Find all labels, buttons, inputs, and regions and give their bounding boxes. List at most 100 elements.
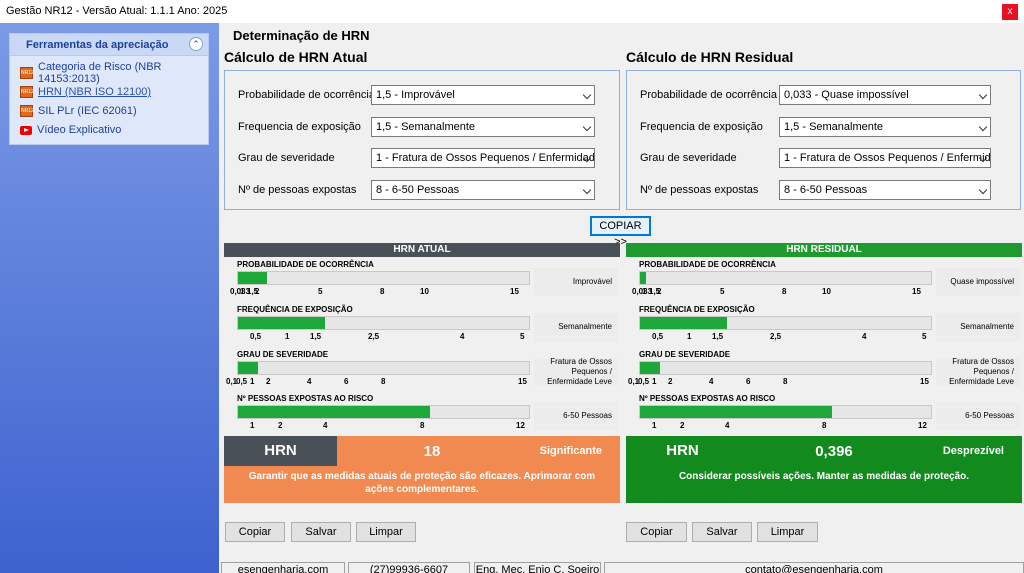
tools-panel-title: Ferramentas da apreciação — [26, 39, 169, 51]
select-probabilidade[interactable]: 1,5 - Improvável — [371, 85, 595, 105]
chevron-down-icon — [582, 90, 592, 100]
result-panel-residual: HRN RESIDUAL PROBABILIDADE DE OCORRÊNCIA 0… — [626, 243, 1022, 503]
field-label-probabilidade: Probabilidade de ocorrência — [238, 89, 375, 101]
section-title-atual: Cálculo de HRN Atual — [224, 49, 368, 65]
gauge-fill — [238, 406, 431, 418]
gauge-tick: 1,5 — [310, 332, 322, 341]
copiar-residual-button[interactable]: Copiar — [626, 522, 687, 542]
gauge-track-severidade — [639, 361, 932, 375]
hrn-bar: HRN 18 Significante — [224, 436, 620, 466]
select-value: 1,5 - Semanalmente — [376, 121, 476, 133]
sidebar-item-label: Categoria de Risco (NBR 14153:2013) — [38, 61, 162, 85]
gauge-tick: 12 — [918, 421, 927, 430]
gauge-track-pessoas — [639, 405, 932, 419]
gauge-tick: 0,5 — [250, 332, 262, 341]
gauge-tick: 4 — [725, 421, 730, 430]
gauge-tick: 1 — [687, 332, 692, 341]
gauge-fill — [238, 362, 259, 374]
sidebar-item-video[interactable]: Vídeo Explicativo — [20, 122, 121, 138]
chevron-down-icon — [978, 90, 988, 100]
gauge-tick: 4 — [307, 377, 312, 386]
chevron-down-icon — [582, 122, 592, 132]
gauge-tick: 5 — [520, 332, 525, 341]
gauge-title-frequencia: FREQUÊNCIA DE EXPOSIÇÃO — [639, 305, 755, 314]
gauge-fill — [640, 406, 833, 418]
gauge-description: 6-50 Pessoas — [534, 402, 618, 430]
field-label-probabilidade: Probabilidade de ocorrência — [640, 89, 777, 101]
select-frequencia[interactable]: 1,5 - Semanalmente — [371, 117, 595, 137]
gauge-tick: 0,5 — [638, 377, 650, 386]
gauge-tick: 6 — [344, 377, 349, 386]
result-header: HRN RESIDUAL — [626, 243, 1022, 257]
gauge-tick: 2,5 — [368, 332, 380, 341]
gauge-tick: 8 — [420, 421, 425, 430]
gauge-tick: 10 — [822, 287, 831, 296]
gauge-tick: 1 — [642, 287, 647, 296]
title-bar: Gestão NR12 - Versão Atual: 1.1.1 Ano: 2… — [0, 0, 1024, 23]
limpar-residual-button[interactable]: Limpar — [757, 522, 818, 542]
salvar-atual-button[interactable]: Salvar — [291, 522, 351, 542]
result-header: HRN ATUAL — [224, 243, 620, 257]
gauge-tick: 15 — [912, 287, 921, 296]
hrn-value: 0,396 — [815, 443, 853, 460]
sidebar-item-label: Vídeo Explicativo — [37, 124, 122, 136]
sidebar: Ferramentas da apreciação ⌃ NR12 Categor… — [0, 23, 219, 573]
sidebar-item-label: SIL PLr (IEC 62061) — [38, 105, 137, 117]
gauge-description: Semanalmente — [936, 313, 1020, 341]
gauge-title-frequencia: FREQUÊNCIA DE EXPOSIÇÃO — [237, 305, 353, 314]
select-pessoas[interactable]: 8 - 6-50 Pessoas — [779, 180, 991, 200]
select-severidade[interactable]: 1 - Fratura de Ossos Pequenos / Enfermid… — [371, 148, 595, 168]
gauge-description-text: Semanalmente — [558, 322, 612, 331]
hrn-level: Significante — [539, 445, 602, 457]
hrn-level: Desprezível — [942, 445, 1004, 457]
status-website: esengenharia.com — [221, 562, 345, 573]
limpar-atual-button[interactable]: Limpar — [356, 522, 416, 542]
field-label-frequencia: Frequencia de exposição — [640, 121, 763, 133]
gauge-track-probabilidade — [639, 271, 932, 285]
gauge-tick: 0,5 — [236, 377, 248, 386]
salvar-residual-button[interactable]: Salvar — [692, 522, 752, 542]
select-severidade[interactable]: 1 - Fratura de Ossos Pequenos / Enfermid… — [779, 148, 991, 168]
gauge-description: Fratura de Ossos Pequenos / Enfermidade … — [534, 357, 618, 386]
gauge-tick: 8 — [782, 287, 787, 296]
section-title-residual: Cálculo de HRN Residual — [626, 49, 794, 65]
sidebar-item-sil-plr[interactable]: NR12 SIL PLr (IEC 62061) — [20, 103, 137, 119]
sidebar-item-label: HRN (NBR ISO 12100) — [38, 86, 152, 98]
select-frequencia[interactable]: 1,5 - Semanalmente — [779, 117, 991, 137]
hrn-label: HRN — [224, 436, 337, 466]
gauge-tick: 10 — [420, 287, 429, 296]
gauge-description-text: 6-50 Pessoas — [563, 411, 612, 420]
copiar-atual-button[interactable]: Copiar — [225, 522, 285, 542]
gauge-tick: 0,5 — [652, 332, 664, 341]
sidebar-item-categoria-risco[interactable]: NR12 Categoria de Risco (NBR 14153:2013) — [20, 61, 208, 85]
select-value: 1 - Fratura de Ossos Pequenos / Enfermid… — [376, 152, 595, 164]
gauge-track-frequencia — [639, 316, 932, 330]
gauge-title-pessoas: Nº PESSOAS EXPOSTAS AO RISCO — [237, 394, 374, 403]
close-button[interactable]: x — [1002, 4, 1018, 20]
gauge-title-probabilidade: PROBABILIDADE DE OCORRÊNCIA — [639, 260, 776, 269]
gauge-tick: 8 — [381, 377, 386, 386]
gauge-description-text: Quase impossível — [950, 277, 1014, 286]
gauge-tick: 2 — [680, 421, 685, 430]
select-probabilidade[interactable]: 0,033 - Quase impossível — [779, 85, 991, 105]
select-value: 0,033 - Quase impossível — [784, 89, 909, 101]
select-pessoas[interactable]: 8 - 6-50 Pessoas — [371, 180, 595, 200]
gauge-description: Semanalmente — [534, 313, 618, 341]
chevron-up-icon[interactable]: ⌃ — [189, 37, 203, 51]
gauge-tick: 2,5 — [770, 332, 782, 341]
sidebar-item-hrn[interactable]: NR12 HRN (NBR ISO 12100) — [20, 84, 151, 100]
gauge-tick: 1 — [652, 421, 657, 430]
gauge-title-probabilidade: PROBABILIDADE DE OCORRÊNCIA — [237, 260, 374, 269]
nr12-icon: NR12 — [20, 105, 34, 117]
gauge-description: Fratura de Ossos Pequenos / Enfermidade … — [936, 357, 1020, 386]
gauge-tick: 15 — [510, 287, 519, 296]
gauge-tick: 4 — [709, 377, 714, 386]
field-label-severidade: Grau de severidade — [640, 152, 737, 164]
gauge-tick: 1 — [250, 421, 255, 430]
hrn-value-box: 0,396 Desprezível — [739, 436, 1022, 466]
tools-panel-header[interactable]: Ferramentas da apreciação ⌃ — [10, 34, 208, 56]
copy-to-residual-button[interactable]: COPIAR >> — [590, 216, 651, 248]
gauge-tick: 1 — [250, 377, 255, 386]
window-title: Gestão NR12 - Versão Atual: 1.1.1 Ano: 2… — [6, 5, 228, 17]
gauge-tick: 5 — [720, 287, 725, 296]
